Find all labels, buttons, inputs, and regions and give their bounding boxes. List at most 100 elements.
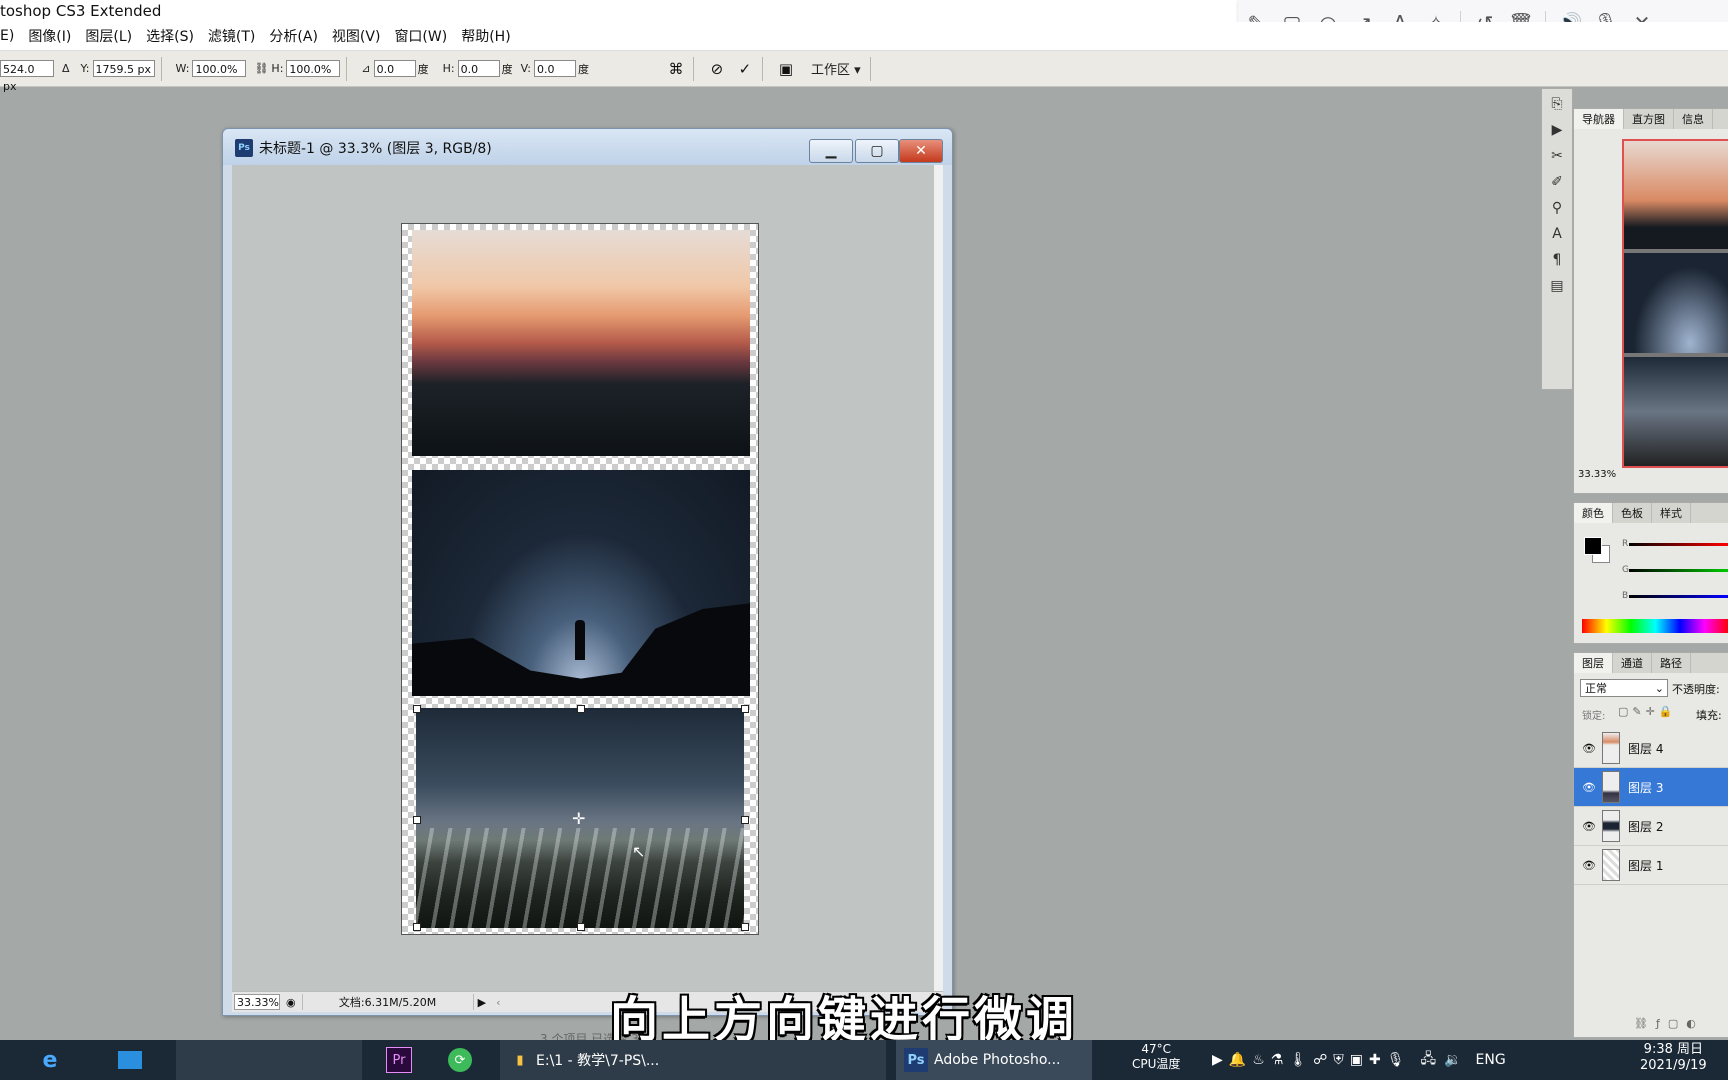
transform-handle[interactable]	[577, 923, 585, 931]
vertical-scrollbar[interactable]	[934, 165, 943, 991]
history-icon[interactable]: ⎘	[1546, 93, 1568, 115]
premiere-icon: Pr	[386, 1047, 412, 1073]
layer-comps-icon[interactable]: ▤	[1546, 275, 1568, 297]
info-icon[interactable]: ◉	[286, 996, 296, 1009]
nav-thumb-photo-2	[1624, 253, 1728, 353]
actions-icon[interactable]: ▶	[1546, 119, 1568, 141]
visibility-eye-icon[interactable]: 👁	[1582, 781, 1596, 794]
maximize-button[interactable]: ▢	[855, 139, 899, 163]
ie-button[interactable]: e	[30, 1040, 70, 1080]
minimize-button[interactable]: ▁	[809, 139, 853, 163]
blue-slider[interactable]	[1629, 595, 1728, 598]
tab-info[interactable]: 信息	[1674, 109, 1713, 129]
navigator-zoom[interactable]: 33.33%	[1578, 469, 1616, 480]
menu-item-window[interactable]: 窗口(W)	[394, 26, 447, 46]
layer-name: 图层 4	[1628, 741, 1664, 756]
layer-row-3[interactable]: 👁 图层 3	[1574, 768, 1728, 807]
layer-thumbnail	[1602, 732, 1620, 764]
photoshop-task[interactable]: Ps Adobe Photosho...	[896, 1040, 1092, 1080]
y-field[interactable]: 1759.5 px	[92, 60, 155, 77]
tool-presets-icon[interactable]: ✂	[1546, 145, 1568, 167]
visibility-eye-icon[interactable]: 👁	[1582, 820, 1596, 833]
menu-item-select[interactable]: 选择(S)	[146, 26, 194, 46]
language-indicator[interactable]: ENG	[1476, 1052, 1506, 1068]
menu-item-layer[interactable]: 图层(L)	[85, 26, 132, 46]
menu-item-filter[interactable]: 滤镜(T)	[208, 26, 255, 46]
cancel-transform-icon[interactable]: ⊘	[706, 58, 728, 80]
green-slider[interactable]	[1629, 569, 1728, 572]
system-tray-icons[interactable]: ▶🔔♨⚗🌡☍⛨▣✚🎙	[1212, 1052, 1410, 1068]
network-icon[interactable]: 🖧	[1420, 1048, 1436, 1072]
transform-handle[interactable]	[741, 705, 749, 713]
lock-label: 锁定:	[1582, 711, 1606, 722]
clock[interactable]: 9:38 周日 2021/9/19	[1640, 1042, 1707, 1074]
maximize-icon: ▢	[870, 143, 884, 159]
menu-item[interactable]: E)	[0, 28, 14, 44]
clone-source-icon[interactable]: ⚲	[1546, 197, 1568, 219]
menu-item-help[interactable]: 帮助(H)	[461, 26, 510, 46]
tab-histogram[interactable]: 直方图	[1624, 109, 1674, 129]
cpu-temp-value: 47°C	[1141, 1042, 1172, 1056]
menu-item-view[interactable]: 视图(V)	[332, 26, 381, 46]
tab-color[interactable]: 颜色	[1574, 503, 1613, 523]
document-info[interactable]: 文档:6.31M/5.20M	[301, 994, 474, 1010]
vskew-field[interactable]: 0.0	[533, 60, 576, 77]
transform-handle[interactable]	[741, 816, 749, 824]
color-spectrum-bar[interactable]	[1582, 619, 1728, 633]
tab-channels[interactable]: 通道	[1613, 653, 1652, 673]
workspace-menu[interactable]: 工作区 ▾	[811, 59, 861, 78]
paragraph-icon[interactable]: ¶	[1546, 249, 1568, 271]
blend-mode-select[interactable]: 正常 ⌄	[1580, 679, 1668, 697]
document-titlebar[interactable]: Ps 未标题-1 @ 33.3% (图层 3, RGB/8) ▁ ▢ ✕	[223, 129, 952, 165]
w-field[interactable]: 100.0%	[192, 60, 247, 77]
menu-item-analysis[interactable]: 分析(A)	[269, 26, 318, 46]
w-label: W:	[175, 62, 190, 75]
layer-row-1[interactable]: 👁 图层 1	[1574, 846, 1728, 885]
visibility-eye-icon[interactable]: 👁	[1582, 859, 1596, 872]
tab-swatches[interactable]: 色板	[1613, 503, 1652, 523]
transform-handle[interactable]	[413, 705, 421, 713]
transform-handle[interactable]	[413, 816, 421, 824]
transform-handle[interactable]	[577, 705, 585, 713]
clock-time: 9:38 周日	[1643, 1042, 1703, 1057]
premiere-button[interactable]: Pr	[378, 1040, 420, 1080]
document-canvas[interactable]: ✛ ↖	[401, 223, 759, 935]
transform-center-icon[interactable]: ✛	[572, 809, 585, 828]
options-divider	[160, 56, 162, 81]
transform-handle[interactable]	[413, 923, 421, 931]
taskbar-blank-item[interactable]	[176, 1040, 362, 1080]
x-field[interactable]: 524.0 px	[0, 60, 54, 93]
tab-paths[interactable]: 路径	[1652, 653, 1691, 673]
browser-button[interactable]: ⟳	[440, 1040, 480, 1080]
hskew-field[interactable]: 0.0	[457, 60, 500, 77]
layer-row-2[interactable]: 👁 图层 2	[1574, 807, 1728, 846]
foreground-color-swatch[interactable]	[1584, 537, 1602, 555]
status-menu-arrow-icon[interactable]: ▶	[478, 996, 486, 1009]
red-slider[interactable]	[1629, 543, 1728, 546]
close-button[interactable]: ✕	[899, 139, 943, 163]
lock-icons[interactable]: ▢✎✛🔒	[1618, 705, 1677, 718]
tab-styles[interactable]: 样式	[1652, 503, 1691, 523]
tab-layers[interactable]: 图层	[1574, 653, 1613, 673]
menu-item-image[interactable]: 图像(I)	[28, 26, 71, 46]
link-icon[interactable]: ⛓	[254, 62, 268, 75]
palette-well-icon[interactable]: ▣	[775, 58, 797, 80]
h-field[interactable]: 100.0%	[286, 60, 341, 77]
angle-field[interactable]: 0.0	[373, 60, 416, 77]
brushes-icon[interactable]: ✐	[1546, 171, 1568, 193]
scroll-left-icon[interactable]: ‹	[496, 996, 500, 1009]
tab-navigator[interactable]: 导航器	[1574, 109, 1624, 129]
layer-row-4[interactable]: 👁 图层 4	[1574, 729, 1728, 768]
warp-icon[interactable]: ⌘	[665, 58, 687, 80]
volume-icon[interactable]: 🔉	[1444, 1052, 1461, 1068]
navigator-thumbnail[interactable]	[1622, 139, 1728, 468]
layer-panel-footer-icons[interactable]: ⛓ƒ▢◐	[1634, 1017, 1704, 1030]
desktop-button[interactable]	[110, 1040, 150, 1080]
character-icon[interactable]: A	[1546, 223, 1568, 245]
explorer-task[interactable]: ▮ E:\1 - 教学\7-PS\...	[500, 1040, 886, 1080]
video-subtitle: 向上方向键进行微调	[610, 992, 1079, 1048]
zoom-field[interactable]: 33.33%	[234, 994, 280, 1010]
transform-handle[interactable]	[741, 923, 749, 931]
visibility-eye-icon[interactable]: 👁	[1582, 742, 1596, 755]
commit-transform-icon[interactable]: ✓	[734, 58, 756, 80]
